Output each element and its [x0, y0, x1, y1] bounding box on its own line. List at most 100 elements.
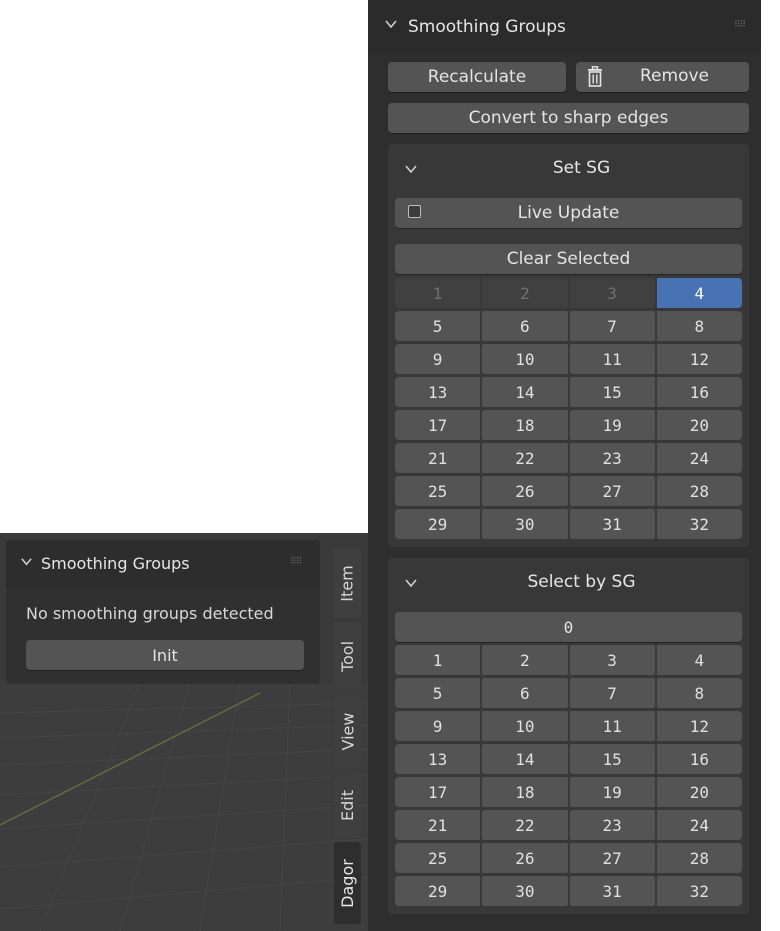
set-sg-25-button[interactable]: 25: [395, 476, 481, 506]
set-sg-9-button[interactable]: 9: [395, 344, 481, 374]
status-message: No smoothing groups detected: [26, 604, 274, 623]
select-sg-15-button[interactable]: 15: [569, 744, 655, 774]
select-by-sg-grid: 1 2 3 4 5 6 7 8 9 10 11 12 13 14 15 16 17 18 19 20 21 22 23 24 2…: [395, 645, 742, 906]
set-sg-12-button[interactable]: 12: [656, 344, 742, 374]
clear-selected-button[interactable]: Clear Selected: [395, 244, 742, 274]
set-sg-15-button[interactable]: 15: [569, 377, 655, 407]
set-sg-14-button[interactable]: 14: [482, 377, 568, 407]
set-sg-10-button[interactable]: 10: [482, 344, 568, 374]
panel-title: Smoothing Groups: [41, 554, 190, 573]
select-sg-31-button[interactable]: 31: [569, 876, 655, 906]
live-update-toggle[interactable]: Live Update: [395, 198, 742, 228]
panel-header[interactable]: Smoothing Groups ⠿⠿: [368, 0, 761, 54]
select-by-sg-title: Select by SG: [527, 572, 636, 592]
select-sg-9-button[interactable]: 9: [395, 711, 481, 741]
tab-view[interactable]: View: [334, 694, 361, 768]
init-button[interactable]: Init: [26, 640, 304, 670]
set-sg-2-button[interactable]: 2: [482, 278, 568, 308]
remove-button[interactable]: Remove: [576, 62, 749, 92]
set-sg-11-button[interactable]: 11: [569, 344, 655, 374]
set-sg-24-button[interactable]: 24: [656, 443, 742, 473]
select-sg-19-button[interactable]: 19: [569, 777, 655, 807]
live-update-label: Live Update: [517, 203, 620, 223]
select-sg-20-button[interactable]: 20: [656, 777, 742, 807]
set-sg-32-button[interactable]: 32: [656, 509, 742, 539]
select-sg-13-button[interactable]: 13: [395, 744, 481, 774]
set-sg-title: Set SG: [552, 158, 611, 178]
select-sg-23-button[interactable]: 23: [569, 810, 655, 840]
select-sg-2-button[interactable]: 2: [482, 645, 568, 675]
checkbox-icon[interactable]: [408, 205, 421, 218]
select-sg-22-button[interactable]: 22: [482, 810, 568, 840]
select-sg-25-button[interactable]: 25: [395, 843, 481, 873]
set-sg-18-button[interactable]: 18: [482, 410, 568, 440]
set-sg-28-button[interactable]: 28: [656, 476, 742, 506]
tab-tool[interactable]: Tool: [334, 622, 361, 690]
set-sg-5-button[interactable]: 5: [395, 311, 481, 341]
set-sg-8-button[interactable]: 8: [656, 311, 742, 341]
select-sg-6-button[interactable]: 6: [482, 678, 568, 708]
tab-item-label: Item: [338, 564, 358, 602]
select-sg-3-button[interactable]: 3: [569, 645, 655, 675]
set-sg-27-button[interactable]: 27: [569, 476, 655, 506]
select-by-sg-subpanel: Select by SG 0 1 2 3 4 5 6 7 8 9 10 11 12 13 14 15 16 17…: [388, 558, 749, 914]
tab-edit[interactable]: Edit: [334, 772, 361, 838]
panel-title: Smoothing Groups: [408, 17, 566, 37]
smoothing-groups-panel-expanded: Smoothing Groups ⠿⠿ Recalculate Remove C…: [368, 0, 761, 931]
clear-selected-label: Clear Selected: [506, 249, 631, 269]
set-sg-30-button[interactable]: 30: [482, 509, 568, 539]
init-label: Init: [152, 645, 178, 665]
select-sg-32-button[interactable]: 32: [656, 876, 742, 906]
select-sg-16-button[interactable]: 16: [656, 744, 742, 774]
set-sg-29-button[interactable]: 29: [395, 509, 481, 539]
convert-to-sharp-edges-button[interactable]: Convert to sharp edges: [388, 103, 749, 133]
chevron-down-icon[interactable]: [20, 553, 33, 572]
set-sg-grid: 1 2 3 4 5 6 7 8 9 10 11 12 13 14 15 16 17 18 19 20 21 22 23 24 2…: [395, 278, 742, 539]
set-sg-4-button[interactable]: 4: [656, 278, 742, 308]
set-sg-13-button[interactable]: 13: [395, 377, 481, 407]
set-sg-16-button[interactable]: 16: [656, 377, 742, 407]
select-sg-11-button[interactable]: 11: [569, 711, 655, 741]
select-sg-5-button[interactable]: 5: [395, 678, 481, 708]
select-sg-17-button[interactable]: 17: [395, 777, 481, 807]
select-sg-30-button[interactable]: 30: [482, 876, 568, 906]
smoothing-groups-panel-collapsed: Smoothing Groups ⠿⠿ No smoothing groups …: [6, 540, 320, 684]
set-sg-23-button[interactable]: 23: [569, 443, 655, 473]
select-sg-27-button[interactable]: 27: [569, 843, 655, 873]
select-sg-18-button[interactable]: 18: [482, 777, 568, 807]
set-sg-6-button[interactable]: 6: [482, 311, 568, 341]
select-sg-7-button[interactable]: 7: [569, 678, 655, 708]
select-sg-28-button[interactable]: 28: [656, 843, 742, 873]
tab-dagor[interactable]: Dagor: [334, 842, 361, 924]
set-sg-21-button[interactable]: 21: [395, 443, 481, 473]
recalculate-button[interactable]: Recalculate: [388, 62, 566, 92]
select-sg-24-button[interactable]: 24: [656, 810, 742, 840]
trash-icon: [586, 66, 604, 93]
set-sg-7-button[interactable]: 7: [569, 311, 655, 341]
set-sg-31-button[interactable]: 31: [569, 509, 655, 539]
set-sg-19-button[interactable]: 19: [569, 410, 655, 440]
panel-header[interactable]: Smoothing Groups ⠿⠿: [6, 540, 320, 588]
drag-grip-icon[interactable]: ⠿⠿: [290, 558, 302, 567]
select-sg-26-button[interactable]: 26: [482, 843, 568, 873]
set-sg-22-button[interactable]: 22: [482, 443, 568, 473]
select-sg-29-button[interactable]: 29: [395, 876, 481, 906]
select-sg-zero-button[interactable]: 0: [395, 612, 742, 642]
set-sg-26-button[interactable]: 26: [482, 476, 568, 506]
chevron-down-icon[interactable]: [384, 16, 398, 35]
select-sg-1-button[interactable]: 1: [395, 645, 481, 675]
select-sg-10-button[interactable]: 10: [482, 711, 568, 741]
tab-tool-label: Tool: [338, 640, 358, 672]
set-sg-3-button[interactable]: 3: [569, 278, 655, 308]
set-sg-1-button[interactable]: 1: [395, 278, 481, 308]
select-sg-14-button[interactable]: 14: [482, 744, 568, 774]
set-sg-17-button[interactable]: 17: [395, 410, 481, 440]
set-sg-20-button[interactable]: 20: [656, 410, 742, 440]
select-sg-21-button[interactable]: 21: [395, 810, 481, 840]
select-sg-12-button[interactable]: 12: [656, 711, 742, 741]
drag-grip-icon[interactable]: ⠿⠿: [734, 21, 746, 30]
convert-label: Convert to sharp edges: [468, 108, 669, 128]
select-sg-8-button[interactable]: 8: [656, 678, 742, 708]
tab-item[interactable]: Item: [334, 548, 361, 618]
select-sg-4-button[interactable]: 4: [656, 645, 742, 675]
